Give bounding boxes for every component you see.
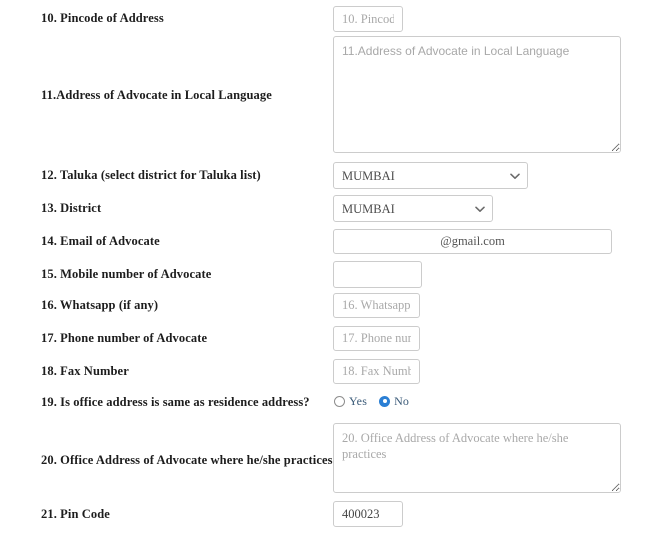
label-pincode-of-address: 10. Pincode of Address [41,11,164,25]
select-wrap-district[interactable]: MUMBAI [333,195,493,222]
label-office-same-as-residence: 19. Is office address is same as residen… [41,395,310,409]
radio-dot-yes-icon[interactable] [334,395,345,407]
label-fax-number: 18. Fax Number [41,364,129,378]
label-address-of-advocate-in-local-language: 11.Address of Advocate in Local Language [41,88,272,102]
label-mobile-number-of-advocate: 15. Mobile number of Advocate [41,267,212,281]
label-office-address-of-advocate: 20. Office Address of Advocate where he/… [41,453,333,467]
input-pincode-of-address[interactable] [333,6,403,32]
input-whatsapp[interactable] [333,293,420,318]
radio-label-yes: Yes [349,393,368,408]
radio-option-no[interactable]: No [379,394,409,409]
label-taluka: 12. Taluka (select district for Taluka l… [41,168,261,182]
input-phone-number-of-advocate[interactable] [333,326,420,351]
select-district[interactable]: MUMBAI [333,195,493,222]
input-fax-number[interactable] [333,359,420,384]
advocate-registration-form: 10. Pincode of Address 11.Address of Adv… [0,0,669,540]
select-wrap-taluka[interactable]: MUMBAI [333,162,528,189]
label-phone-number-of-advocate: 17. Phone number of Advocate [41,331,208,345]
textarea-office-address-of-advocate[interactable] [333,423,621,493]
input-mobile-number-of-advocate[interactable] [333,261,422,288]
input-pin-code[interactable] [333,501,403,527]
select-taluka[interactable]: MUMBAI [333,162,528,189]
textarea-address-of-advocate-in-local-language[interactable] [333,36,621,153]
label-district: 13. District [41,201,102,215]
label-pin-code: 21. Pin Code [41,507,110,521]
radio-option-yes[interactable]: Yes [334,394,367,409]
radio-dot-no-icon[interactable] [379,395,391,407]
radio-group-office-same-as-residence[interactable]: Yes No [334,393,409,409]
radio-label-no: No [394,393,410,408]
input-email-of-advocate[interactable] [333,229,612,254]
label-email-of-advocate: 14. Email of Advocate [41,234,160,248]
label-whatsapp: 16. Whatsapp (if any) [41,298,159,312]
